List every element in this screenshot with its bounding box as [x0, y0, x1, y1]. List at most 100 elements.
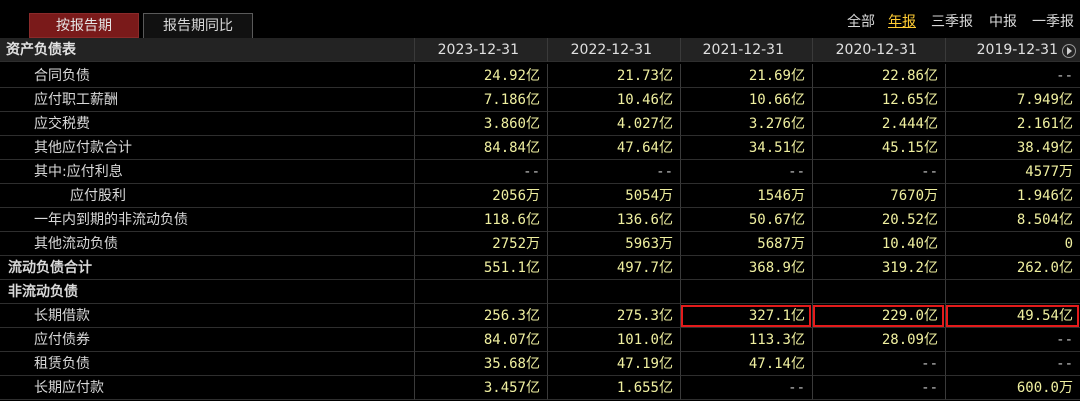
table-row: 一年内到期的非流动负债 118.6亿 136.6亿 50.67亿 20.52亿 … — [0, 208, 1080, 232]
report-tabs: 按报告期 报告期同比 全部 年报 三季报 中报 一季报 — [0, 0, 1080, 38]
tab-report-period-yoy[interactable]: 报告期同比 — [143, 13, 253, 38]
row-value: 3.860亿 — [414, 112, 547, 136]
row-value: 497.7亿 — [547, 256, 680, 280]
row-label: 长期借款 — [0, 304, 414, 328]
row-value: 45.15亿 — [812, 136, 945, 160]
row-value: 1.946亿 — [945, 184, 1080, 208]
table-header-row: 资产负债表 2023-12-31 2022-12-31 2021-12-31 2… — [0, 38, 1080, 62]
table-row: 其中:应付利息 -- -- -- -- 4577万 — [0, 160, 1080, 184]
column-date[interactable]: 2021-12-31 — [680, 38, 812, 62]
row-value: 10.40亿 — [812, 232, 945, 256]
row-value: 4.027亿 — [547, 112, 680, 136]
row-value: 7.949亿 — [945, 88, 1080, 112]
row-label: 其中:应付利息 — [0, 160, 414, 184]
row-value: 21.73亿 — [547, 64, 680, 88]
row-value: -- — [945, 64, 1080, 88]
row-value — [547, 280, 680, 304]
column-date[interactable]: 2019-12-31 — [945, 38, 1080, 62]
table-section-row: 非流动负债 — [0, 280, 1080, 304]
row-label: 非流动负债 — [0, 280, 414, 304]
row-value: 2056万 — [414, 184, 547, 208]
table-row: 合同负债 24.92亿 21.73亿 21.69亿 22.86亿 -- — [0, 64, 1080, 88]
row-value: 84.84亿 — [414, 136, 547, 160]
row-label: 应付职工薪酬 — [0, 88, 414, 112]
balance-sheet-table: 资产负债表 2023-12-31 2022-12-31 2021-12-31 2… — [0, 38, 1080, 401]
table-row: 长期应付款 3.457亿 1.655亿 -- -- 600.0万 — [0, 376, 1080, 400]
row-value: 5963万 — [547, 232, 680, 256]
row-value: 101.0亿 — [547, 328, 680, 352]
row-value: -- — [945, 328, 1080, 352]
row-value: 2.161亿 — [945, 112, 1080, 136]
row-value: -- — [414, 160, 547, 184]
row-value: 50.67亿 — [680, 208, 812, 232]
table-row: 应交税费 3.860亿 4.027亿 3.276亿 2.444亿 2.161亿 — [0, 112, 1080, 136]
row-value: -- — [680, 376, 812, 400]
section-title: 资产负债表 — [0, 38, 414, 62]
row-value: -- — [812, 352, 945, 376]
table-row: 应付股利 2056万 5054万 1546万 7670万 1.946亿 — [0, 184, 1080, 208]
row-label: 合同负债 — [0, 64, 414, 88]
row-value: 0 — [945, 232, 1080, 256]
row-value: 34.51亿 — [680, 136, 812, 160]
period-q3[interactable]: 三季报 — [931, 12, 973, 32]
period-filter: 全部 年报 三季报 中报 一季报 — [847, 12, 1080, 32]
row-value: 10.66亿 — [680, 88, 812, 112]
column-date[interactable]: 2023-12-31 — [414, 38, 547, 62]
table-row: 其他流动负债 2752万 5963万 5687万 10.40亿 0 — [0, 232, 1080, 256]
column-date[interactable]: 2020-12-31 — [812, 38, 945, 62]
row-value: 47.19亿 — [547, 352, 680, 376]
tab-by-report-period[interactable]: 按报告期 — [29, 13, 139, 38]
row-value: 136.6亿 — [547, 208, 680, 232]
row-label: 流动负债合计 — [0, 256, 414, 280]
period-mid[interactable]: 中报 — [989, 12, 1017, 32]
row-value: 7670万 — [812, 184, 945, 208]
row-value: 28.09亿 — [812, 328, 945, 352]
scroll-right-icon[interactable] — [1062, 44, 1076, 58]
row-value — [414, 280, 547, 304]
row-value: 256.3亿 — [414, 304, 547, 328]
row-value: 2.444亿 — [812, 112, 945, 136]
highlighted-value: 49.54亿 — [945, 304, 1080, 328]
column-date[interactable]: 2022-12-31 — [547, 38, 680, 62]
row-value: 262.0亿 — [945, 256, 1080, 280]
row-value: 3.276亿 — [680, 112, 812, 136]
row-value: 24.92亿 — [414, 64, 547, 88]
row-value: -- — [812, 160, 945, 184]
row-value: -- — [945, 352, 1080, 376]
row-label: 租赁负债 — [0, 352, 414, 376]
row-value: 22.86亿 — [812, 64, 945, 88]
table-row: 租赁负债 35.68亿 47.19亿 47.14亿 -- -- — [0, 352, 1080, 376]
row-value — [680, 280, 812, 304]
row-value: 47.64亿 — [547, 136, 680, 160]
table-row-total: 流动负债合计 551.1亿 497.7亿 368.9亿 319.2亿 262.0… — [0, 256, 1080, 280]
row-label: 应交税费 — [0, 112, 414, 136]
row-label: 其他应付款合计 — [0, 136, 414, 160]
row-value — [945, 280, 1080, 304]
period-all[interactable]: 全部 — [847, 12, 875, 32]
period-q1[interactable]: 一季报 — [1032, 12, 1074, 32]
row-value: 118.6亿 — [414, 208, 547, 232]
row-value: 4577万 — [945, 160, 1080, 184]
row-value: -- — [547, 160, 680, 184]
row-value: 319.2亿 — [812, 256, 945, 280]
row-value: 275.3亿 — [547, 304, 680, 328]
row-value: 38.49亿 — [945, 136, 1080, 160]
row-value: 20.52亿 — [812, 208, 945, 232]
financial-table-window: 按报告期 报告期同比 全部 年报 三季报 中报 一季报 资产负债表 2023-1… — [0, 0, 1080, 401]
row-value: 1546万 — [680, 184, 812, 208]
row-label: 一年内到期的非流动负债 — [0, 208, 414, 232]
row-value: 10.46亿 — [547, 88, 680, 112]
period-annual[interactable]: 年报 — [888, 12, 916, 32]
row-label: 应付股利 — [0, 184, 414, 208]
row-value: 21.69亿 — [680, 64, 812, 88]
row-value — [812, 280, 945, 304]
row-label: 长期应付款 — [0, 376, 414, 400]
highlighted-value: 229.0亿 — [812, 304, 945, 328]
row-value: 5687万 — [680, 232, 812, 256]
row-value: -- — [680, 160, 812, 184]
row-value: 5054万 — [547, 184, 680, 208]
row-value: 8.504亿 — [945, 208, 1080, 232]
highlighted-value: 327.1亿 — [680, 304, 812, 328]
row-value: 7.186亿 — [414, 88, 547, 112]
table-row: 应付债券 84.07亿 101.0亿 113.3亿 28.09亿 -- — [0, 328, 1080, 352]
